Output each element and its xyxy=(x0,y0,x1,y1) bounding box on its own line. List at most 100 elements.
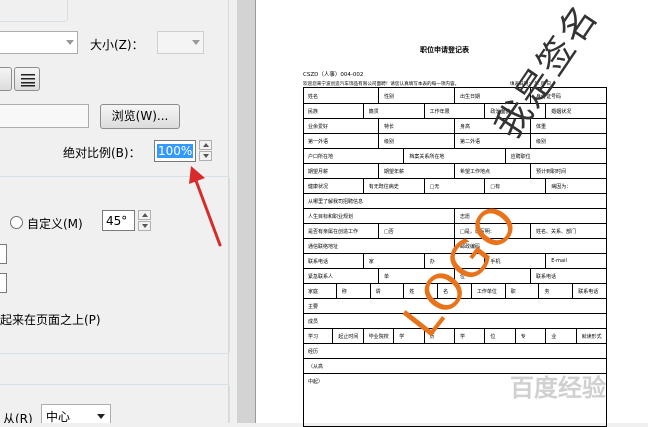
table-cell: 学 xyxy=(399,334,405,340)
angle-spin-down[interactable] xyxy=(138,221,151,231)
chevron-down-icon xyxy=(97,414,105,419)
table-cell: 身高 xyxy=(460,124,471,130)
table-cell: 中起） xyxy=(308,379,324,385)
table-cell: 人生目标和职业规划 xyxy=(308,214,354,220)
table-cell: 家 xyxy=(368,259,374,265)
table-col-divider xyxy=(378,133,379,148)
table-cell: 成员 xyxy=(308,319,319,325)
scale-spin-up[interactable] xyxy=(199,140,212,150)
table-cell: 第一外语 xyxy=(308,139,329,145)
table-col-divider xyxy=(514,328,516,343)
table-cell: □有 xyxy=(490,184,501,190)
table-cell: 病因为： xyxy=(551,184,572,190)
table-col-divider xyxy=(545,178,547,193)
table-row-divider xyxy=(304,133,606,134)
offset-input[interactable] xyxy=(0,244,7,264)
table-col-divider xyxy=(362,103,364,118)
browse-button[interactable]: 浏览(W)... xyxy=(100,104,180,129)
table-col-divider xyxy=(454,163,455,178)
table-row-divider xyxy=(304,223,606,224)
table-col-divider xyxy=(545,253,547,268)
table-cell: 户口所在地 xyxy=(308,154,334,160)
align-left-button[interactable] xyxy=(0,67,12,91)
table-col-divider xyxy=(530,163,531,178)
table-cell: 起止时间 xyxy=(338,334,359,340)
table-cell: □无 xyxy=(429,184,440,190)
table-col-divider xyxy=(454,328,455,343)
table-cell: 希望工作地点 xyxy=(460,169,491,175)
table-cell: 级别 xyxy=(384,139,395,145)
from-select[interactable]: 中心 xyxy=(41,404,111,423)
font-select[interactable] xyxy=(0,31,78,54)
table-col-divider xyxy=(454,208,455,223)
table-cell: 单 xyxy=(384,274,390,280)
table-col-divider xyxy=(393,328,395,343)
table-col-divider xyxy=(530,268,531,283)
table-col-divider xyxy=(545,328,547,343)
table-row-divider xyxy=(304,118,606,119)
table-col-divider xyxy=(504,148,506,163)
from-label: 从(R) xyxy=(3,412,33,423)
document-code: CSZD（人事）004-002 xyxy=(303,72,364,78)
table-cell: 就读形式 xyxy=(581,334,602,340)
corner-watermark: 百度经验 xyxy=(510,374,606,402)
align-justify-button[interactable] xyxy=(14,67,40,91)
custom-radio[interactable] xyxy=(10,216,23,229)
table-col-divider xyxy=(378,118,379,133)
table-cell: 有无既往病史 xyxy=(368,184,399,190)
table-cell: 档案关系所在地 xyxy=(409,154,445,160)
table-col-divider xyxy=(378,88,379,103)
table-col-divider xyxy=(423,178,425,193)
angle-spin-up[interactable] xyxy=(138,210,151,220)
align-justify-icon xyxy=(21,74,35,87)
table-row-divider xyxy=(304,343,606,344)
table-cell: 级别 xyxy=(536,139,547,145)
table-row-divider xyxy=(304,328,606,329)
scale-input[interactable]: 100% xyxy=(154,140,196,162)
table-cell: 职 xyxy=(510,289,516,295)
scale-label: 绝对比例(B)： xyxy=(63,146,141,160)
table-cell: 位 xyxy=(490,334,496,340)
size-label: 大小(Z)： xyxy=(90,38,144,52)
angle-value: 45° xyxy=(106,214,128,228)
table-col-divider xyxy=(378,268,379,283)
table-cell: 健康状况 xyxy=(308,184,329,190)
table-col-divider xyxy=(454,88,455,103)
table-col-divider xyxy=(335,283,337,298)
table-col-divider xyxy=(362,328,364,343)
table-cell: 业 xyxy=(551,334,557,340)
table-cell: 专 xyxy=(520,334,526,340)
custom-label: 自定义(M) xyxy=(27,217,83,231)
table-col-divider xyxy=(423,253,425,268)
table-row-divider xyxy=(304,208,606,209)
table-cell: 姓名 xyxy=(308,94,319,100)
table-cell: 紧急联系人 xyxy=(308,274,334,280)
table-cell: □否 xyxy=(384,229,394,235)
measure-groupbox xyxy=(0,384,230,423)
table-cell: 特长 xyxy=(384,124,395,130)
chevron-down-icon xyxy=(66,40,74,45)
table-row-divider xyxy=(304,103,606,104)
table-cell: 联系电话 xyxy=(578,289,599,295)
table-col-divider xyxy=(454,133,455,148)
top-groupbox xyxy=(0,0,68,22)
table-col-divider xyxy=(572,283,574,298)
table-col-divider xyxy=(484,178,486,193)
table-col-divider xyxy=(378,223,379,238)
angle-input[interactable]: 45° xyxy=(102,210,135,231)
table-row-divider xyxy=(304,193,606,194)
table-cell: 主要 xyxy=(308,304,319,310)
table-col-divider xyxy=(423,103,425,118)
spacing-input[interactable] xyxy=(0,273,7,293)
table-row-divider xyxy=(304,163,606,164)
size-select[interactable] xyxy=(157,31,204,54)
chevron-down-icon xyxy=(192,40,200,45)
table-cell: 婚姻状况 xyxy=(551,109,572,115)
table-cell: 毕业院校 xyxy=(368,334,389,340)
table-row-divider xyxy=(304,358,606,359)
table-col-divider xyxy=(484,328,486,343)
table-row-divider xyxy=(304,148,606,149)
table-cell: 联系电话 xyxy=(308,259,329,265)
picture-path-input[interactable] xyxy=(0,104,89,128)
table-col-divider xyxy=(538,283,540,298)
